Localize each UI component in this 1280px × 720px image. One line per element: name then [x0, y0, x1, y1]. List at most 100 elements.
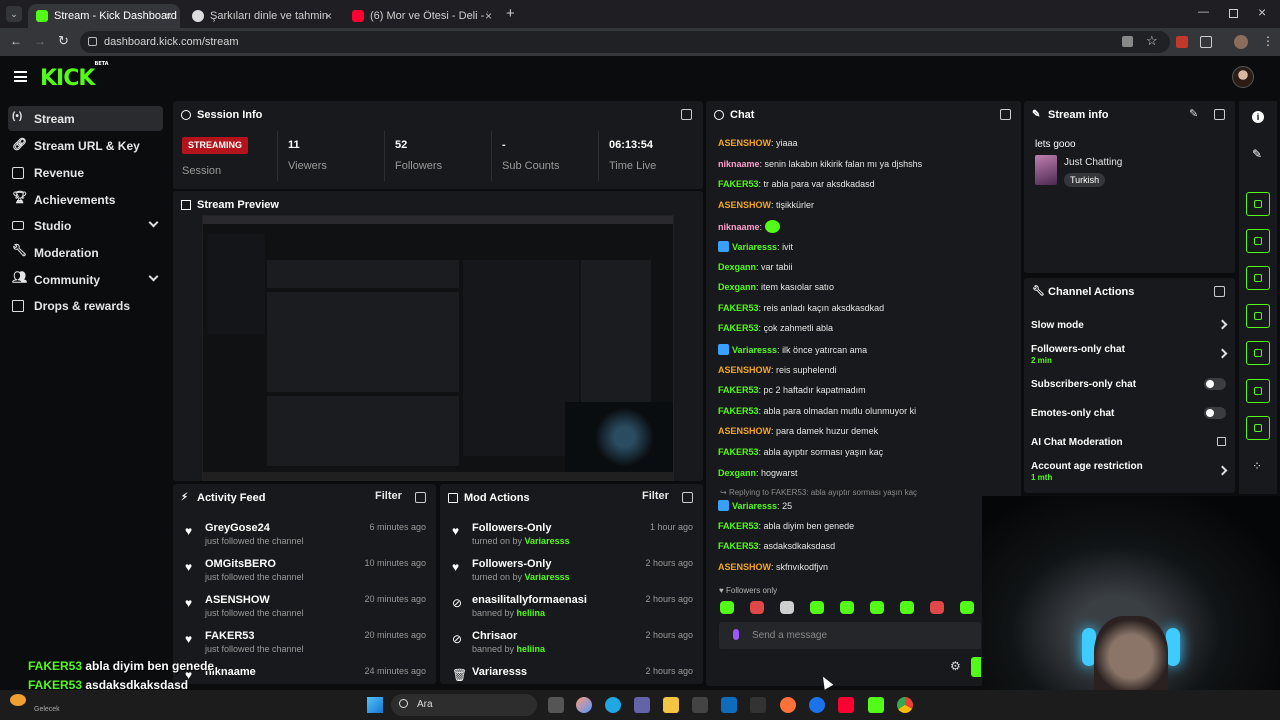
- youtube-icon[interactable]: [838, 697, 854, 713]
- pencil-rail-icon[interactable]: ✎: [1252, 147, 1262, 161]
- chat-message[interactable]: ASENSHOW: reis suphelendi: [718, 365, 837, 375]
- kick-app-icon[interactable]: [868, 697, 884, 713]
- chat-username[interactable]: Variaresss: [732, 242, 777, 252]
- chat-input[interactable]: Send a message: [719, 622, 981, 649]
- emote-icon[interactable]: [750, 601, 764, 614]
- rail-button-broadcast[interactable]: [1246, 341, 1270, 365]
- chat-message[interactable]: Variaresss: ivit: [718, 241, 793, 252]
- mod-action-item[interactable]: 🗑︎ Variaresss 2 hours ago: [440, 664, 703, 684]
- file-explorer-icon[interactable]: [663, 697, 679, 713]
- chat-username[interactable]: FAKER53: [718, 406, 759, 416]
- emote-icon[interactable]: [900, 601, 914, 614]
- chat-username[interactable]: Dexgann: [718, 262, 756, 272]
- chat-message[interactable]: ASENSHOW: yiaaa: [718, 138, 798, 148]
- user-avatar[interactable]: [1232, 66, 1254, 88]
- mod-action-item[interactable]: ⊘ enasilitallyformaenasi banned by heliina…: [440, 592, 703, 628]
- activity-filter-button[interactable]: Filter: [375, 490, 402, 502]
- chat-username[interactable]: FAKER53: [718, 323, 759, 333]
- close-window-icon[interactable]: ×: [1258, 4, 1266, 20]
- chat-username[interactable]: ASENSHOW: [718, 138, 771, 148]
- popout-icon[interactable]: [415, 492, 426, 503]
- chat-username[interactable]: niknaame: [718, 159, 760, 169]
- chat-message[interactable]: FAKER53: abla para olmadan mutlu olunmuy…: [718, 406, 916, 416]
- popout-icon[interactable]: [681, 109, 692, 120]
- sidebar-item-moderation[interactable]: 🔧︎ Moderation: [8, 240, 163, 265]
- chat-username[interactable]: Variaresss: [732, 345, 777, 355]
- chevron-down-icon[interactable]: [148, 271, 159, 282]
- stream-video-preview[interactable]: [202, 215, 674, 481]
- chat-username[interactable]: FAKER53: [718, 303, 759, 313]
- emote-icon[interactable]: [870, 601, 884, 614]
- close-tab-icon[interactable]: ×: [165, 9, 172, 23]
- slow-mode-row[interactable]: Slow mode: [1031, 319, 1231, 331]
- close-tab-icon[interactable]: ×: [485, 9, 492, 23]
- chevron-down-icon[interactable]: [148, 217, 159, 228]
- sidebar-item-drops[interactable]: Drops & rewards: [8, 293, 163, 318]
- chat-message[interactable]: Dexgann: var tabii: [718, 262, 793, 272]
- emote-icon[interactable]: [780, 601, 794, 614]
- edit-pencil-icon[interactable]: ✎: [1189, 107, 1198, 120]
- hamburger-menu-icon[interactable]: [14, 71, 27, 82]
- copilot-icon[interactable]: [576, 697, 592, 713]
- bookmark-star-icon[interactable]: ☆: [1146, 33, 1158, 49]
- rail-button-capture[interactable]: [1246, 192, 1270, 216]
- store-icon[interactable]: [692, 697, 708, 713]
- tab-sarkilar[interactable]: Şarkıları dinle ve tahmin et - M ×: [184, 4, 340, 28]
- chat-send-button[interactable]: [971, 657, 981, 677]
- info-rail-icon[interactable]: i: [1252, 111, 1264, 123]
- chat-message[interactable]: ASENSHOW: skfnvıkodfjvn: [718, 562, 828, 572]
- chat-message[interactable]: Dexgann: hogwarst: [718, 468, 798, 478]
- rail-button-wrench[interactable]: [1246, 416, 1270, 440]
- chat-message[interactable]: niknaame: senin lakabın kikirik falan mı…: [718, 159, 922, 169]
- sidebar-item-community[interactable]: 👥︎ Community: [8, 267, 163, 292]
- forward-arrow-icon[interactable]: →: [34, 34, 46, 48]
- popout-icon[interactable]: [1214, 109, 1225, 120]
- chat-username[interactable]: ASENSHOW: [718, 200, 771, 210]
- sidebar-item-stream-url[interactable]: 🔗︎ Stream URL & Key: [8, 133, 163, 158]
- chat-message[interactable]: FAKER53: abla diyim ben genede: [718, 521, 854, 531]
- sidebar-item-revenue[interactable]: Revenue: [8, 160, 163, 185]
- emote-icon[interactable]: [960, 601, 974, 614]
- weather-widget[interactable]: [10, 694, 26, 706]
- chat-username[interactable]: FAKER53: [718, 521, 759, 531]
- app-icon[interactable]: [750, 697, 766, 713]
- chat-message[interactable]: ASENSHOW: para damek huzur demek: [718, 426, 878, 436]
- chat-message[interactable]: FAKER53: reis anladı kaçın aksdkasdkad: [718, 303, 884, 313]
- emote-icon[interactable]: [810, 601, 824, 614]
- ai-moderation-row[interactable]: AI Chat Moderation: [1031, 437, 1231, 448]
- sidebar-item-stream[interactable]: (•) Stream: [8, 106, 163, 131]
- rail-button-layout[interactable]: [1246, 379, 1270, 403]
- followers-only-row[interactable]: Followers-only chat 2 min: [1031, 344, 1231, 366]
- emote-icon[interactable]: [930, 601, 944, 614]
- chat-message[interactable]: Dexgann: item kasıolar satıo: [718, 282, 834, 292]
- chat-message[interactable]: niknaame:: [718, 220, 780, 234]
- rail-button-notes[interactable]: [1246, 266, 1270, 290]
- chat-message[interactable]: Variaresss: ilk önce yatırcan ama: [718, 344, 867, 355]
- chat-message[interactable]: FAKER53: pc 2 haftadır kapatmadım: [718, 385, 866, 395]
- chat-username[interactable]: ASENSHOW: [718, 562, 771, 572]
- tab-list-button[interactable]: ⌄: [6, 6, 22, 22]
- tab-kick-dashboard[interactable]: Stream - Kick Dashboard ×: [28, 4, 180, 28]
- tab-youtube[interactable]: (6) Mor ve Ötesi - Deli - Türkiye ×: [344, 4, 500, 28]
- back-arrow-icon[interactable]: ←: [10, 34, 22, 48]
- chat-message[interactable]: Variaresss: 25: [718, 500, 792, 511]
- account-age-row[interactable]: Account age restriction 1 mth: [1031, 461, 1231, 483]
- popout-icon[interactable]: [1000, 109, 1011, 120]
- popout-icon[interactable]: [1214, 286, 1225, 297]
- activity-item[interactable]: ♥ ASENSHOW just followed the channel 20 min…: [173, 592, 436, 628]
- browser-menu-icon[interactable]: ⋮: [1262, 34, 1274, 48]
- chat-username[interactable]: ASENSHOW: [718, 426, 771, 436]
- firefox-icon[interactable]: [780, 697, 796, 713]
- microphone-icon[interactable]: [733, 629, 739, 640]
- sidebar-item-studio[interactable]: Studio: [8, 213, 163, 238]
- new-tab-button[interactable]: +: [506, 5, 515, 22]
- chat-username[interactable]: niknaame: [718, 222, 760, 232]
- emote-icon[interactable]: [720, 601, 734, 614]
- windows-start-icon[interactable]: [367, 697, 383, 713]
- activity-item[interactable]: ♥ GreyGose24 just followed the channel 6 mi…: [173, 520, 436, 556]
- more-options-icon[interactable]: ⁘: [1252, 459, 1262, 473]
- edge-icon[interactable]: [605, 697, 621, 713]
- profile-avatar[interactable]: [1234, 35, 1248, 49]
- chat-username[interactable]: Variaresss: [732, 501, 777, 511]
- chrome-icon[interactable]: [897, 697, 913, 713]
